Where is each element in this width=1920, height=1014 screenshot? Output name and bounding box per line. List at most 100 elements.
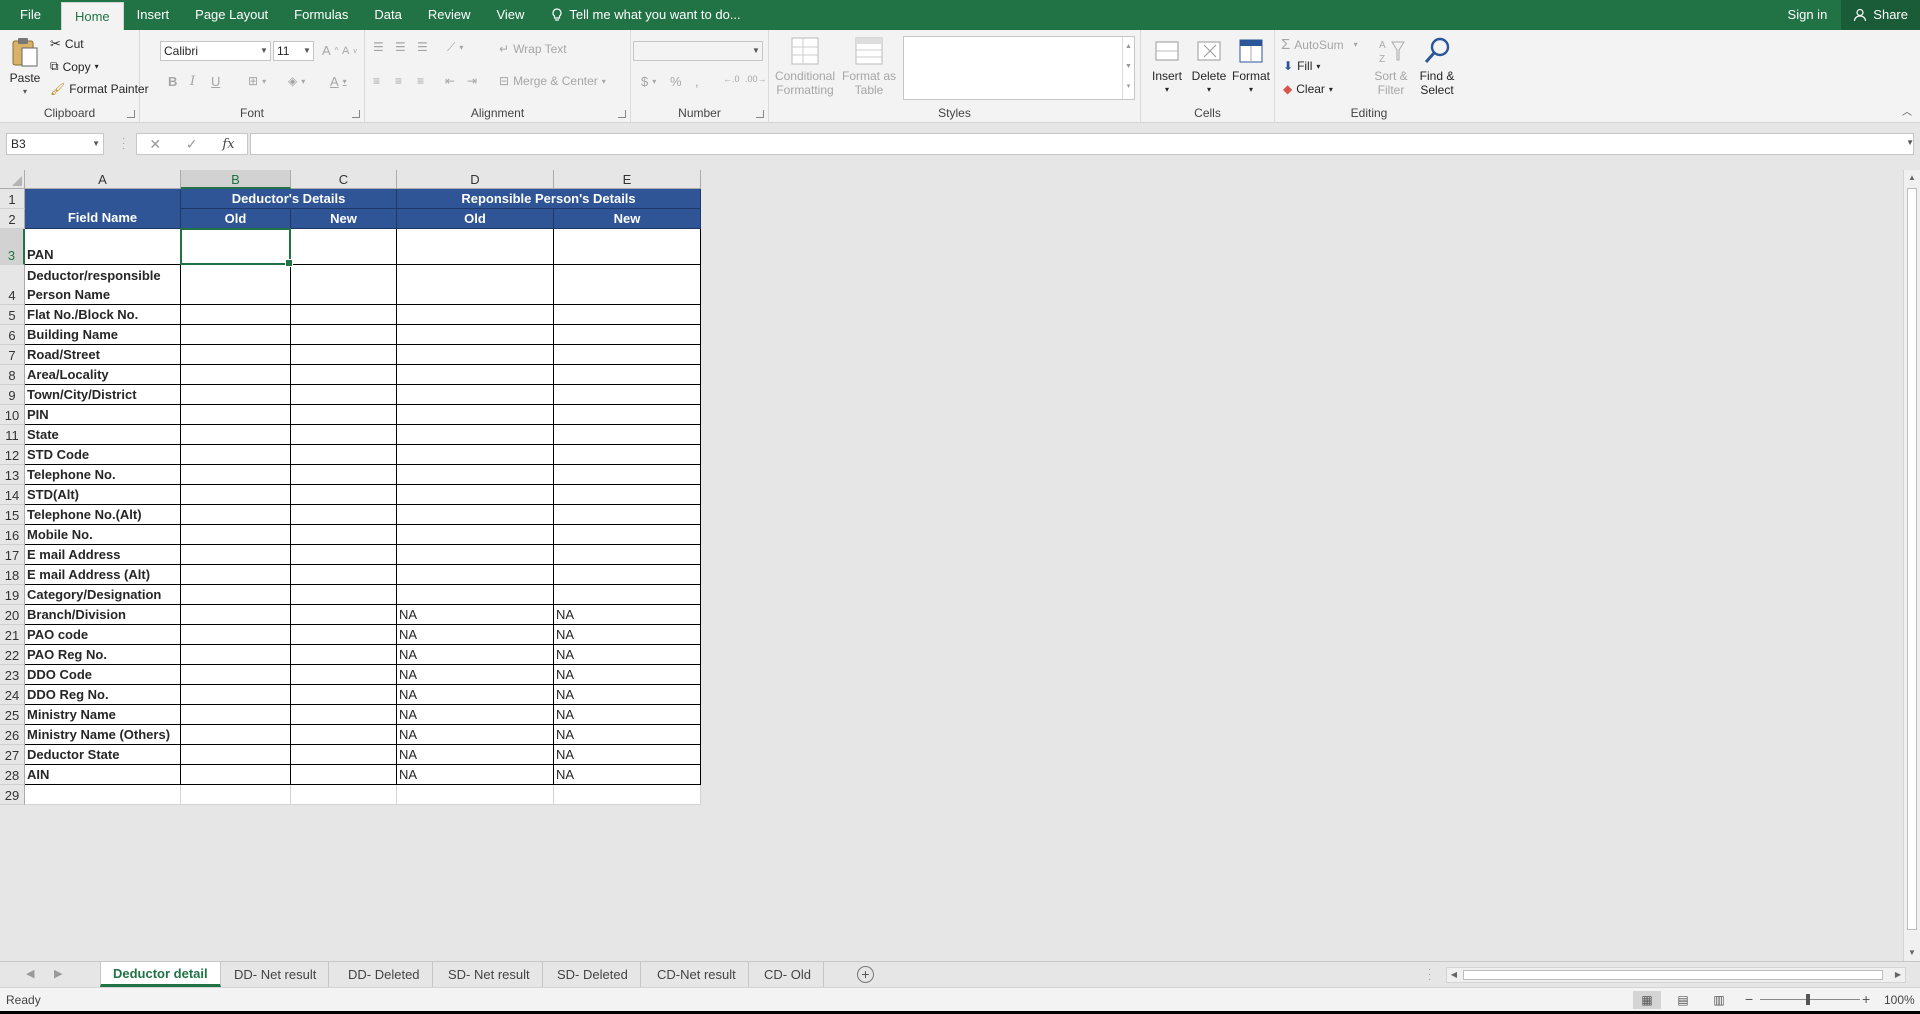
deductor-new-cell[interactable]	[291, 725, 397, 745]
next-sheet-icon[interactable]: ▶	[54, 967, 62, 980]
delete-cells-button[interactable]: Delete ▾	[1189, 36, 1229, 97]
column-header-c[interactable]: C	[291, 170, 397, 189]
responsible-old-cell[interactable]	[397, 445, 554, 465]
responsible-new-cell[interactable]: NA	[554, 625, 701, 645]
column-header-d[interactable]: D	[397, 170, 554, 189]
select-all-button[interactable]	[0, 170, 25, 189]
responsible-new-cell[interactable]	[554, 229, 701, 265]
deductor-new-cell[interactable]	[291, 565, 397, 585]
deductor-old-cell[interactable]	[181, 465, 291, 485]
deductor-old-header[interactable]: Old	[181, 209, 291, 229]
responsible-old-cell[interactable]	[397, 465, 554, 485]
deductor-old-cell[interactable]	[181, 705, 291, 725]
deductor-new-cell[interactable]	[291, 585, 397, 605]
responsible-details-header[interactable]: Reponsible Person's Details	[397, 189, 701, 209]
responsible-old-cell[interactable]: NA	[397, 685, 554, 705]
row-header-14[interactable]: 14	[0, 485, 25, 505]
responsible-new-cell[interactable]	[554, 425, 701, 445]
responsible-new-header[interactable]: New	[554, 209, 701, 229]
deductor-old-cell[interactable]	[181, 505, 291, 525]
responsible-old-cell[interactable]	[397, 545, 554, 565]
row-header-27[interactable]: 27	[0, 745, 25, 765]
row-header-11[interactable]: 11	[0, 425, 25, 445]
deductor-new-cell[interactable]	[291, 765, 397, 785]
deductor-new-cell[interactable]	[291, 445, 397, 465]
comma-button[interactable]: ,	[695, 74, 699, 89]
wrap-text-button[interactable]: ↵ Wrap Text	[499, 42, 567, 56]
autosum-button[interactable]: Σ AutoSum ▾	[1281, 36, 1358, 53]
zoom-level[interactable]: 100%	[1884, 993, 1915, 1007]
row-header-26[interactable]: 26	[0, 725, 25, 745]
field-name-cell[interactable]: Mobile No.	[25, 525, 181, 545]
responsible-new-cell[interactable]	[554, 485, 701, 505]
row-header-29[interactable]: 29	[0, 785, 25, 805]
deductor-new-cell[interactable]	[291, 745, 397, 765]
row-header-3[interactable]: 3	[0, 229, 25, 265]
deductor-old-cell[interactable]	[181, 405, 291, 425]
responsible-new-cell[interactable]	[554, 305, 701, 325]
normal-view-icon[interactable]: ▦	[1633, 991, 1661, 1009]
deductor-new-cell[interactable]	[291, 385, 397, 405]
field-name-header[interactable]: Field Name	[25, 189, 181, 229]
deductor-new-cell[interactable]	[291, 325, 397, 345]
field-name-cell[interactable]: Town/City/District	[25, 385, 181, 405]
column-header-e[interactable]: E	[554, 170, 701, 189]
format-cells-button[interactable]: Format ▾	[1231, 36, 1271, 97]
font-size-combo[interactable]: 11 ▼	[273, 41, 314, 61]
prev-sheet-icon[interactable]: ◀	[26, 967, 34, 980]
vertical-scrollbar[interactable]: ▲ ▼	[1903, 170, 1920, 961]
responsible-old-cell[interactable]: NA	[397, 745, 554, 765]
responsible-new-cell[interactable]: NA	[554, 725, 701, 745]
responsible-new-cell[interactable]	[554, 365, 701, 385]
deductor-new-cell[interactable]	[291, 265, 397, 305]
deductor-old-cell[interactable]	[181, 325, 291, 345]
copy-button[interactable]: ⧉ Copy ▾	[50, 59, 99, 74]
responsible-new-cell[interactable]	[554, 505, 701, 525]
number-launcher-icon[interactable]	[756, 110, 764, 118]
scroll-up-icon[interactable]: ▲	[1904, 170, 1920, 186]
responsible-old-header[interactable]: Old	[397, 209, 554, 229]
formula-bar-resize-handle[interactable]: · · ·	[122, 134, 125, 154]
responsible-old-cell[interactable]: NA	[397, 645, 554, 665]
row-header-17[interactable]: 17	[0, 545, 25, 565]
column-header-a[interactable]: A	[25, 170, 181, 189]
tab-home[interactable]: Home	[60, 2, 124, 30]
sheet-tab[interactable]: CD- Old	[752, 962, 824, 987]
scroll-down-icon[interactable]: ▼	[1904, 945, 1920, 961]
collapse-ribbon-icon[interactable]: ︿	[1902, 103, 1912, 118]
tab-insert[interactable]: Insert	[124, 0, 183, 30]
responsible-new-cell[interactable]	[554, 465, 701, 485]
deductor-new-cell[interactable]	[291, 525, 397, 545]
row-header-23[interactable]: 23	[0, 665, 25, 685]
row-header-9[interactable]: 9	[0, 385, 25, 405]
responsible-new-cell[interactable]: NA	[554, 665, 701, 685]
responsible-old-cell[interactable]	[397, 505, 554, 525]
responsible-old-cell[interactable]: NA	[397, 705, 554, 725]
share-button[interactable]: Share	[1841, 0, 1920, 30]
responsible-old-cell[interactable]	[397, 325, 554, 345]
deductor-old-cell[interactable]	[181, 685, 291, 705]
tab-review[interactable]: Review	[415, 0, 484, 30]
clipboard-launcher-icon[interactable]	[127, 110, 135, 118]
deductor-old-cell[interactable]	[181, 365, 291, 385]
row-header-21[interactable]: 21	[0, 625, 25, 645]
increase-indent-button[interactable]: ⇥	[467, 74, 477, 88]
format-as-table-button[interactable]: Format as Table	[841, 36, 897, 97]
field-name-cell[interactable]: E mail Address	[25, 545, 181, 565]
cancel-icon[interactable]: ✕	[149, 136, 161, 153]
font-launcher-icon[interactable]	[352, 110, 360, 118]
sheet-tab[interactable]: SD- Net result	[436, 962, 543, 987]
field-name-cell[interactable]: Flat No./Block No.	[25, 305, 181, 325]
field-name-cell[interactable]: State	[25, 425, 181, 445]
sheet-tab[interactable]: DD- Deleted	[336, 962, 433, 987]
row-header-13[interactable]: 13	[0, 465, 25, 485]
deductor-new-cell[interactable]	[291, 345, 397, 365]
deductor-new-cell[interactable]	[291, 505, 397, 525]
bold-button[interactable]: B	[168, 74, 177, 89]
page-break-view-icon[interactable]: ▥	[1705, 991, 1733, 1009]
formula-input[interactable]	[250, 133, 1914, 155]
deductor-old-cell[interactable]	[181, 385, 291, 405]
responsible-old-cell[interactable]	[397, 525, 554, 545]
responsible-new-cell[interactable]: NA	[554, 685, 701, 705]
deductor-old-cell[interactable]	[181, 665, 291, 685]
